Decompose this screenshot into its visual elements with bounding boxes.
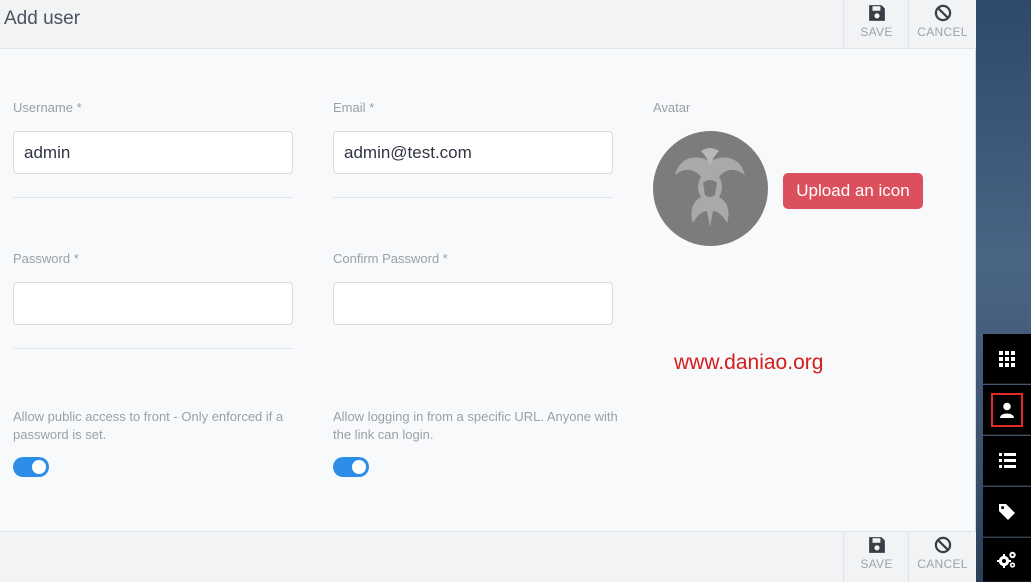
public-access-help: Allow public access to front - Only enfo… (13, 409, 284, 442)
save-label: SAVE (860, 25, 893, 39)
confirm-password-input[interactable] (333, 282, 613, 325)
email-label: Email * (333, 100, 375, 115)
cancel-label: CANCEL (917, 557, 968, 571)
page-title: Add user (4, 8, 81, 29)
public-access-toggle[interactable] (13, 457, 49, 477)
ban-icon (934, 4, 951, 22)
cancel-label: CANCEL (917, 25, 968, 39)
save-label: SAVE (860, 557, 893, 571)
ban-icon (934, 536, 951, 554)
avatar (653, 131, 768, 246)
password-input[interactable] (13, 282, 293, 325)
rail-item-settings[interactable] (983, 538, 1031, 582)
username-divider (13, 197, 293, 198)
gears-icon (997, 551, 1016, 568)
footer-cancel-button[interactable]: CANCEL (908, 532, 976, 582)
confirm-password-label: Confirm Password * (333, 251, 448, 266)
save-button[interactable]: SAVE (843, 0, 909, 49)
rail-item-users[interactable] (983, 385, 1031, 435)
footer-bar: SAVE CANCEL (0, 531, 976, 582)
cancel-button[interactable]: CANCEL (908, 0, 976, 49)
password-label: Password * (13, 251, 79, 266)
email-divider (333, 197, 613, 198)
add-user-panel: Add user SAVE CANCEL Username * Email * … (0, 0, 976, 582)
username-input[interactable] (13, 131, 293, 174)
url-login-toggle[interactable] (333, 457, 369, 477)
username-label: Username * (13, 100, 82, 115)
footer-save-button[interactable]: SAVE (843, 532, 909, 582)
rail-item-apps[interactable] (983, 334, 1031, 384)
avatar-emblem-icon (675, 148, 745, 227)
toggle-knob (352, 460, 366, 474)
floppy-disk-icon (868, 5, 885, 21)
toggle-knob (32, 460, 46, 474)
upload-icon-button[interactable]: Upload an icon (783, 173, 923, 209)
user-icon (1000, 402, 1014, 418)
tag-icon (999, 503, 1015, 520)
rail-item-list[interactable] (983, 436, 1031, 486)
floppy-disk-icon (868, 537, 885, 553)
watermark-text: www.daniao.org (674, 351, 824, 374)
list-icon (998, 453, 1016, 468)
url-login-help: Allow logging in from a specific URL. An… (333, 409, 618, 442)
rail-item-tags[interactable] (983, 487, 1031, 537)
password-divider (13, 348, 293, 349)
avatar-label: Avatar (653, 100, 691, 115)
email-input[interactable] (333, 131, 613, 174)
grid-icon (999, 350, 1015, 367)
header-bar: Add user SAVE CANCEL (0, 0, 976, 49)
